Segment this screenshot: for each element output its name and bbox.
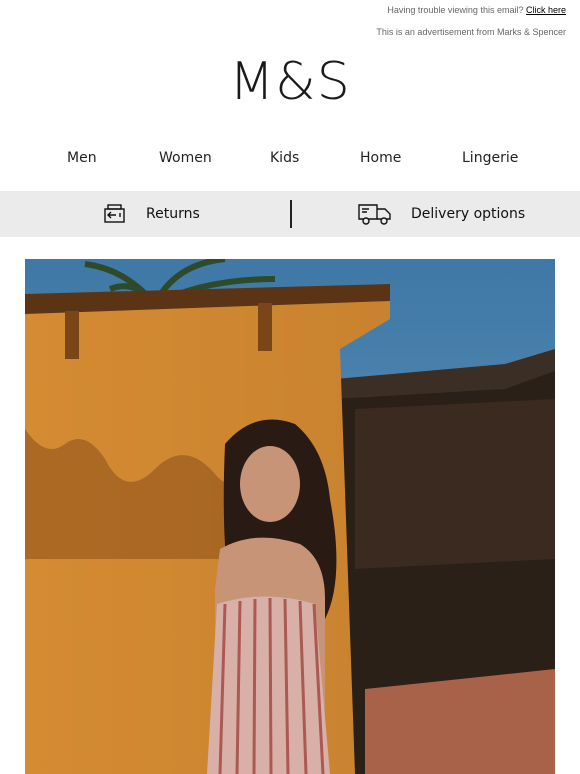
trouble-viewing-row: Having trouble viewing this email? Click… bbox=[376, 5, 566, 15]
hero-photo bbox=[25, 259, 555, 774]
click-here-link[interactable]: Click here bbox=[526, 5, 566, 15]
main-nav: Men Women Kids Home Lingerie bbox=[0, 150, 580, 172]
hero-image[interactable] bbox=[25, 259, 555, 774]
advertisement-notice: This is an advertisement from Marks & Sp… bbox=[376, 27, 566, 37]
service-band: Returns Delivery options bbox=[0, 191, 580, 237]
trouble-text: Having trouble viewing this email? bbox=[387, 5, 524, 15]
returns-link[interactable]: Returns bbox=[102, 191, 200, 237]
ms-logo[interactable]: M&S bbox=[0, 52, 580, 112]
nav-item-lingerie[interactable]: Lingerie bbox=[462, 150, 518, 166]
nav-item-men[interactable]: Men bbox=[67, 150, 97, 166]
delivery-options-label: Delivery options bbox=[411, 206, 526, 222]
email-header: Having trouble viewing this email? Click… bbox=[376, 5, 566, 37]
delivery-options-link[interactable]: Delivery options bbox=[357, 191, 525, 237]
nav-item-women[interactable]: Women bbox=[159, 150, 212, 166]
returns-box-icon bbox=[104, 204, 125, 223]
delivery-truck-icon bbox=[358, 204, 391, 225]
nav-item-kids[interactable]: Kids bbox=[270, 150, 299, 166]
band-divider bbox=[290, 200, 292, 228]
nav-item-home[interactable]: Home bbox=[360, 150, 401, 166]
returns-label: Returns bbox=[146, 206, 200, 222]
